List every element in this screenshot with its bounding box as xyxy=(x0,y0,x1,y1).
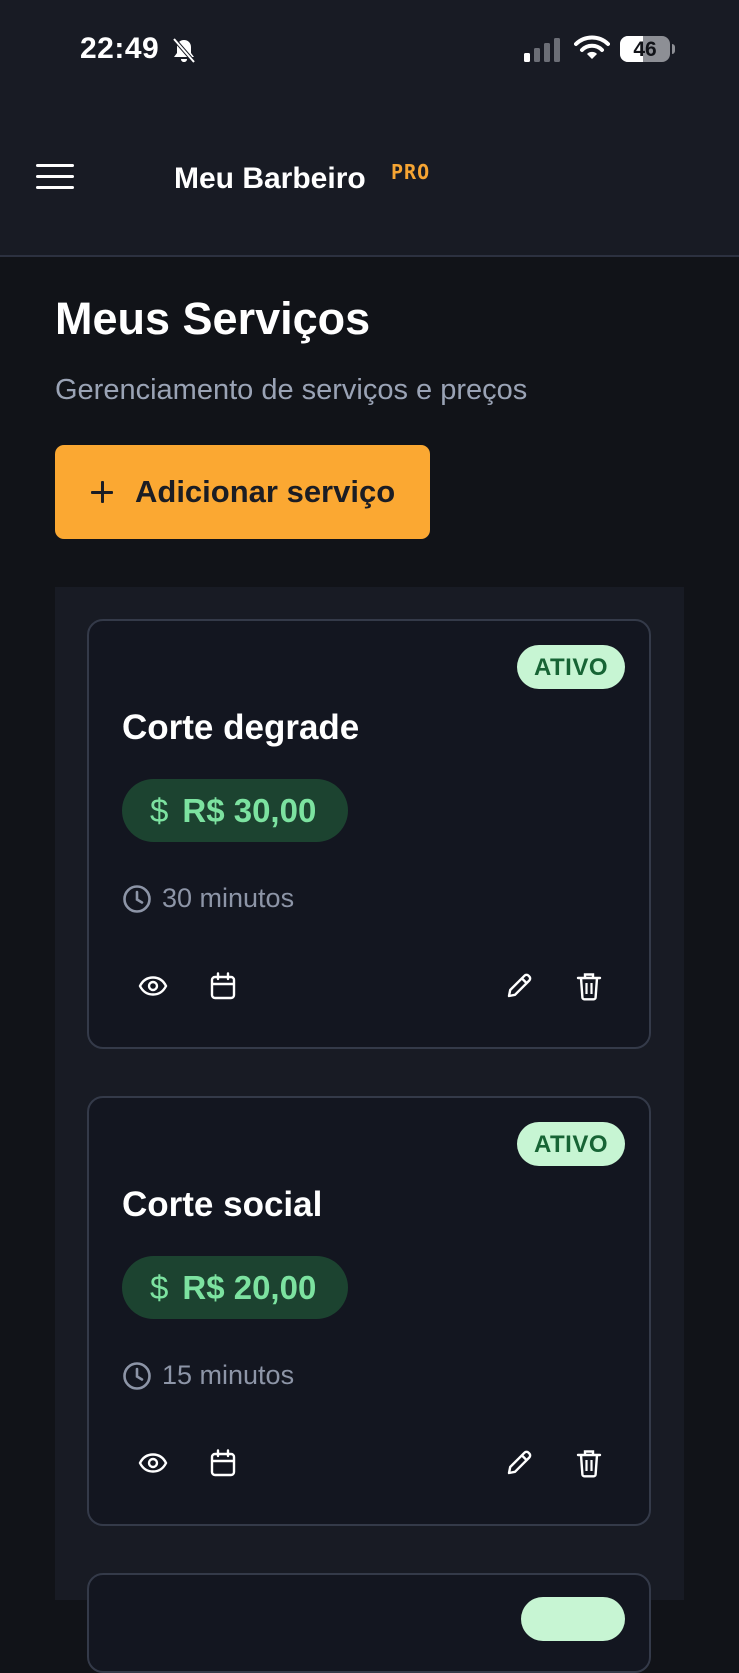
battery-level: 46 xyxy=(633,38,657,61)
calendar-icon[interactable] xyxy=(203,1443,243,1483)
status-badge: ATIVO xyxy=(516,645,625,689)
dollar-icon: $ xyxy=(150,791,169,829)
status-badge xyxy=(521,1597,625,1641)
app-header: Meu Barbeiro PRO xyxy=(0,100,739,257)
app-title: Meu Barbeiro xyxy=(174,162,366,195)
service-name: Corte social xyxy=(122,1185,323,1224)
price-value: R$ 20,00 xyxy=(182,1268,317,1306)
page-title: Meus Serviços xyxy=(55,293,371,344)
signal-icon xyxy=(524,38,560,62)
status-bar: 22:49 46 xyxy=(0,0,739,100)
hamburger-menu-icon[interactable] xyxy=(30,155,78,199)
battery-icon: 46 xyxy=(620,36,675,62)
wifi-icon xyxy=(574,35,610,59)
dollar-icon: $ xyxy=(150,1268,169,1306)
duration-text: 15 minutos xyxy=(162,1360,295,1390)
eye-icon[interactable] xyxy=(133,1443,173,1483)
duration-row: 15 minutos xyxy=(122,1360,294,1391)
service-name: Corte degrade xyxy=(122,708,360,747)
plus-icon xyxy=(91,481,113,503)
price-pill: $ R$ 30,00 xyxy=(122,779,348,842)
status-badge: ATIVO xyxy=(516,1122,625,1166)
trash-icon[interactable] xyxy=(569,966,609,1006)
service-card-partial xyxy=(87,1573,651,1673)
pencil-icon[interactable] xyxy=(499,966,539,1006)
trash-icon[interactable] xyxy=(569,1443,609,1483)
status-time: 22:49 xyxy=(80,32,160,65)
price-pill: $ R$ 20,00 xyxy=(122,1256,348,1319)
price-value: R$ 30,00 xyxy=(182,791,317,829)
service-card: ATIVO Corte social $ R$ 20,00 15 minutos xyxy=(87,1096,651,1526)
bell-off-icon xyxy=(172,38,196,64)
eye-icon[interactable] xyxy=(133,966,173,1006)
duration-row: 30 minutos xyxy=(122,883,294,914)
service-card: ATIVO Corte degrade $ R$ 30,00 30 minuto… xyxy=(87,619,651,1049)
pencil-icon[interactable] xyxy=(499,1443,539,1483)
duration-text: 30 minutos xyxy=(162,883,295,913)
pro-badge: PRO xyxy=(391,160,431,184)
add-service-label: Adicionar serviço xyxy=(135,474,396,509)
page-subtitle: Gerenciamento de serviços e preços xyxy=(55,374,528,406)
add-service-button[interactable]: Adicionar serviço xyxy=(55,445,430,539)
clock-icon xyxy=(123,1361,151,1390)
clock-icon xyxy=(123,884,151,913)
calendar-icon[interactable] xyxy=(203,966,243,1006)
